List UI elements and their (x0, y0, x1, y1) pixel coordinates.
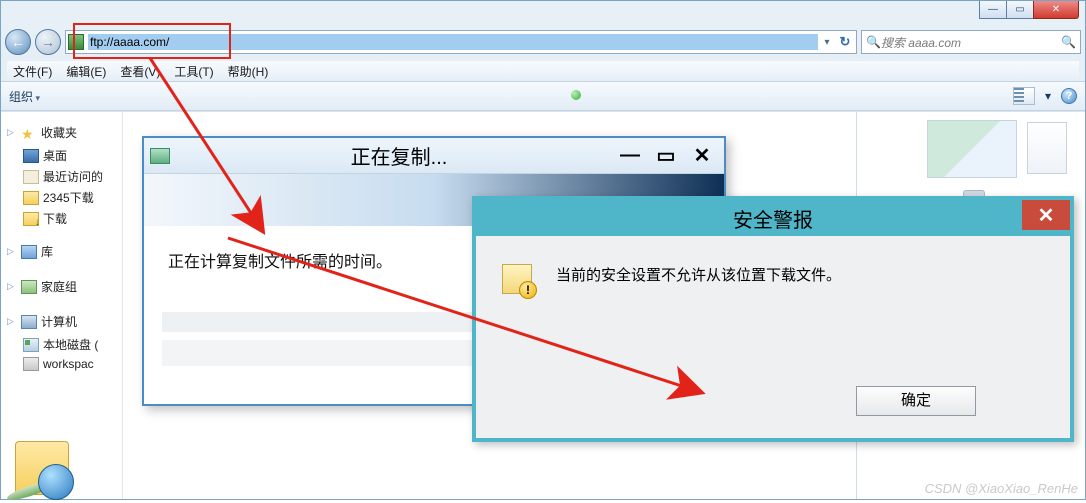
copy-min-button[interactable]: — (618, 145, 642, 167)
organize-menu-button[interactable]: 组织 (9, 88, 40, 105)
address-bar[interactable]: ftp://aaaa.com/ ▾ ↻ (65, 30, 857, 54)
folder-icon (23, 191, 39, 205)
security-alert-dialog: 安全警报 ✕ 当前的安全设置不允许从该位置下载文件。 确定 (472, 196, 1074, 442)
nav-label-homegroup: 家庭组 (41, 278, 77, 295)
preview-thumbnail (927, 120, 1017, 178)
menu-file[interactable]: 文件(F) (13, 63, 52, 80)
details-pane-icon (15, 441, 69, 495)
window-close-button[interactable]: ✕ (1033, 1, 1079, 19)
copy-dialog-title: 正在复制... (180, 141, 618, 170)
nav-row: ← → ftp://aaaa.com/ ▾ ↻ 🔍 搜索 aaaa.com 🔍 (5, 27, 1081, 57)
nav-item-local-disk[interactable]: 本地磁盘 ( (5, 334, 118, 355)
recent-icon (23, 170, 39, 184)
search-icon: 🔍 (866, 35, 881, 49)
nav-label-favorites: 收藏夹 (41, 124, 77, 141)
copy-close-button[interactable]: ✕ (690, 145, 714, 167)
window-minimize-button[interactable]: — (979, 1, 1007, 19)
nav-item-downloads[interactable]: 下载 (5, 208, 118, 229)
nav-group-computer[interactable]: ▷ 计算机 (7, 313, 118, 330)
menu-help[interactable]: 帮助(H) (228, 63, 269, 80)
ftp-globe-icon (15, 441, 69, 495)
nav-forward-button[interactable]: → (35, 29, 61, 55)
downloads-icon (23, 212, 39, 226)
address-history-dropdown[interactable]: ▾ (818, 37, 836, 48)
nav-label: 本地磁盘 ( (43, 336, 98, 353)
address-url-text[interactable]: ftp://aaaa.com/ (88, 34, 818, 50)
desktop-icon (23, 149, 39, 163)
search-box[interactable]: 🔍 搜索 aaaa.com 🔍 (861, 30, 1081, 54)
search-go-icon[interactable]: 🔍 (1061, 35, 1076, 49)
view-options-dropdown[interactable]: ▾ (1045, 89, 1051, 103)
menu-view[interactable]: 查看(V) (120, 63, 160, 80)
menu-bar: 文件(F) 编辑(E) 查看(V) 工具(T) 帮助(H) (7, 61, 1079, 81)
menu-tools[interactable]: 工具(T) (174, 63, 213, 80)
security-ok-button[interactable]: 确定 (856, 386, 976, 416)
star-icon: ★ (21, 126, 37, 140)
ftp-site-icon (68, 34, 84, 50)
nav-item-recent[interactable]: 最近访问的 (5, 166, 118, 187)
address-refresh-button[interactable]: ↻ (836, 34, 854, 50)
menu-edit[interactable]: 编辑(E) (66, 63, 106, 80)
warning-lock-icon (502, 264, 532, 294)
nav-back-button[interactable]: ← (5, 29, 31, 55)
copy-max-button[interactable]: ▭ (654, 145, 678, 167)
expand-icon: ▷ (7, 127, 17, 138)
command-bar: 组织 ▾ ? (1, 81, 1085, 111)
nav-label-computer: 计算机 (41, 313, 77, 330)
nav-item-2345[interactable]: 2345下载 (5, 187, 118, 208)
watermark-text: CSDN @XiaoXiao_RenHe (925, 481, 1078, 496)
search-placeholder: 搜索 aaaa.com (881, 34, 1061, 51)
nav-label: 下载 (43, 210, 67, 227)
security-message-text: 当前的安全设置不允许从该位置下载文件。 (556, 264, 841, 285)
library-icon (21, 245, 37, 259)
nav-item-workspace[interactable]: workspac (5, 355, 118, 373)
nav-label: 2345下载 (43, 189, 94, 206)
homegroup-icon (21, 280, 37, 294)
nav-label-library: 库 (41, 243, 53, 260)
splitter-handle-icon[interactable] (571, 90, 581, 100)
window-caption-buttons: — ▭ ✕ (980, 1, 1079, 19)
preview-file-icon (1027, 122, 1067, 174)
expand-icon: ▷ (7, 246, 17, 257)
nav-label: 最近访问的 (43, 168, 103, 185)
expand-icon: ▷ (7, 281, 17, 292)
nav-item-desktop[interactable]: 桌面 (5, 145, 118, 166)
computer-icon (21, 315, 37, 329)
copy-app-icon (150, 148, 170, 164)
window-maximize-button[interactable]: ▭ (1006, 1, 1034, 19)
copy-dialog-titlebar[interactable]: 正在复制... — ▭ ✕ (144, 138, 724, 174)
nav-group-library[interactable]: ▷ 库 (7, 243, 118, 260)
security-dialog-titlebar[interactable]: 安全警报 ✕ (476, 200, 1070, 236)
view-options-button[interactable] (1013, 87, 1035, 105)
security-dialog-title: 安全警报 (733, 204, 813, 233)
nav-group-favorites[interactable]: ▷ ★ 收藏夹 (7, 124, 118, 141)
nav-label: 桌面 (43, 147, 67, 164)
nav-label: workspac (43, 357, 94, 371)
drive-icon (23, 338, 39, 352)
expand-icon: ▷ (7, 316, 17, 327)
drive-icon (23, 357, 39, 371)
nav-group-homegroup[interactable]: ▷ 家庭组 (7, 278, 118, 295)
help-button[interactable]: ? (1061, 88, 1077, 104)
security-close-button[interactable]: ✕ (1022, 200, 1070, 230)
